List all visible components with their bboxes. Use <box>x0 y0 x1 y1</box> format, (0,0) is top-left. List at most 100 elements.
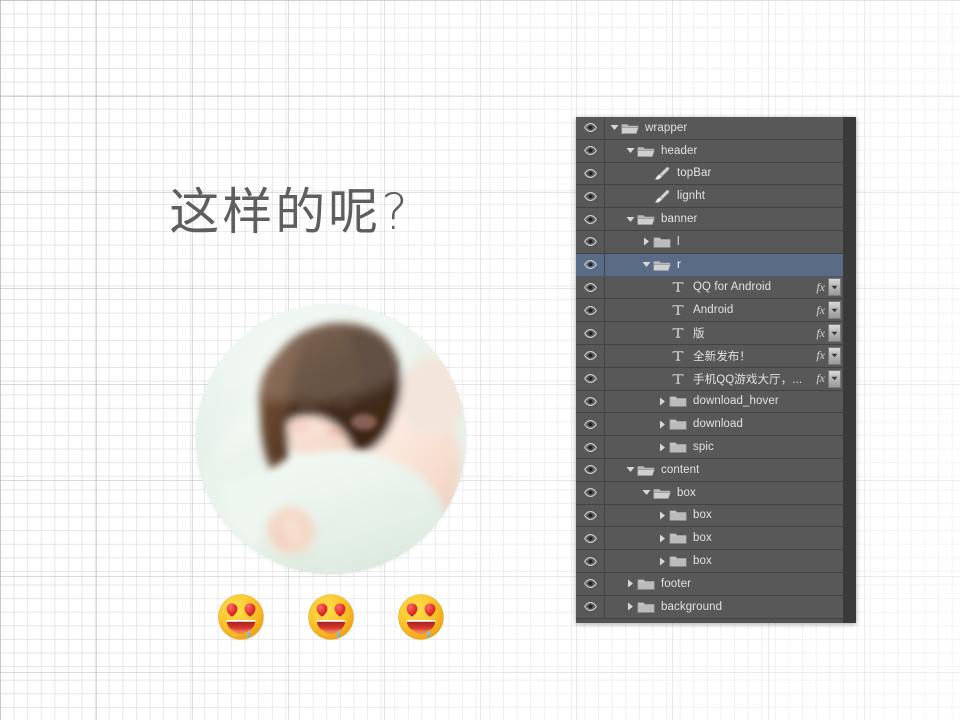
layer-row[interactable]: header <box>576 140 843 163</box>
layer-row[interactable]: box <box>576 505 843 528</box>
chevron-right-icon[interactable] <box>641 236 652 247</box>
folder-closed-icon <box>668 416 687 432</box>
layer-row[interactable]: topBar <box>576 163 843 186</box>
fx-expand-chevron-icon[interactable] <box>828 278 841 296</box>
layer-visibility-toggle[interactable] <box>576 368 605 390</box>
layer-row-body[interactable]: l <box>605 231 843 253</box>
chevron-right-icon[interactable] <box>657 442 668 453</box>
chevron-down-icon[interactable] <box>625 145 636 156</box>
layer-row[interactable]: box <box>576 550 843 573</box>
layer-row[interactable]: Androidfx <box>576 299 843 322</box>
fx-expand-chevron-icon[interactable] <box>828 324 841 342</box>
chevron-down-icon[interactable] <box>641 259 652 270</box>
layer-effects-badge[interactable]: fx <box>816 278 843 296</box>
layer-name: spic <box>693 441 714 453</box>
eye-icon <box>584 443 597 452</box>
layer-visibility-toggle[interactable] <box>576 436 605 458</box>
fx-expand-chevron-icon[interactable] <box>828 347 841 365</box>
layer-visibility-toggle[interactable] <box>576 596 605 618</box>
layer-row[interactable]: 版fx <box>576 322 843 345</box>
layer-row[interactable]: lignht <box>576 185 843 208</box>
chevron-right-icon[interactable] <box>625 578 636 589</box>
fx-expand-chevron-icon[interactable] <box>828 370 841 388</box>
eye-icon <box>584 283 597 292</box>
layer-visibility-toggle[interactable] <box>576 482 605 504</box>
chevron-right-icon[interactable] <box>657 533 668 544</box>
layer-effects-badge[interactable]: fx <box>816 324 843 342</box>
layer-visibility-toggle[interactable] <box>576 573 605 595</box>
layers-list[interactable]: wrapper header topBar lignht banner <box>576 117 856 619</box>
layer-row-body[interactable]: banner <box>605 208 843 230</box>
layer-row-body[interactable]: header <box>605 140 843 162</box>
layer-visibility-toggle[interactable] <box>576 527 605 549</box>
text-layer-icon <box>668 371 687 387</box>
chevron-right-icon[interactable] <box>657 556 668 567</box>
layer-visibility-toggle[interactable] <box>576 140 605 162</box>
layer-row-body[interactable]: QQ for Androidfx <box>605 277 843 299</box>
layer-row-body[interactable]: box <box>605 527 843 549</box>
layer-visibility-toggle[interactable] <box>576 208 605 230</box>
layer-visibility-toggle[interactable] <box>576 413 605 435</box>
layer-row-body[interactable]: box <box>605 550 843 572</box>
layer-row[interactable]: background <box>576 596 843 619</box>
layer-row-body[interactable]: 手机QQ游戏大厅，...fx <box>605 368 843 390</box>
layer-visibility-toggle[interactable] <box>576 254 605 276</box>
layer-row[interactable]: r <box>576 254 843 277</box>
layer-row-body[interactable]: r <box>605 254 843 276</box>
layer-row-body[interactable]: download <box>605 413 843 435</box>
chevron-right-icon[interactable] <box>625 601 636 612</box>
layer-row-body[interactable]: lignht <box>605 185 843 207</box>
layer-row[interactable]: 全新发布！fx <box>576 345 843 368</box>
layer-row-body[interactable]: spic <box>605 436 843 458</box>
layer-visibility-toggle[interactable] <box>576 277 605 299</box>
eye-icon <box>584 192 597 201</box>
layer-row-body[interactable]: 全新发布！fx <box>605 345 843 367</box>
layer-row-body[interactable]: 版fx <box>605 322 843 344</box>
layer-visibility-toggle[interactable] <box>576 322 605 344</box>
layer-row[interactable]: banner <box>576 208 843 231</box>
layer-visibility-toggle[interactable] <box>576 117 605 139</box>
layer-visibility-toggle[interactable] <box>576 459 605 481</box>
layer-row[interactable]: box <box>576 527 843 550</box>
layer-row[interactable]: QQ for Androidfx <box>576 277 843 300</box>
layer-row[interactable]: footer <box>576 573 843 596</box>
chevron-right-icon[interactable] <box>657 510 668 521</box>
layer-visibility-toggle[interactable] <box>576 391 605 413</box>
layer-row[interactable]: content <box>576 459 843 482</box>
layer-row[interactable]: download_hover <box>576 391 843 414</box>
layer-visibility-toggle[interactable] <box>576 505 605 527</box>
layer-row-body[interactable]: content <box>605 459 843 481</box>
layer-row-body[interactable]: footer <box>605 573 843 595</box>
layer-row-body[interactable]: Androidfx <box>605 299 843 321</box>
chevron-right-icon[interactable] <box>657 419 668 430</box>
layer-visibility-toggle[interactable] <box>576 550 605 572</box>
layer-effects-badge[interactable]: fx <box>816 301 843 319</box>
fx-expand-chevron-icon[interactable] <box>828 301 841 319</box>
layer-row-body[interactable]: background <box>605 596 843 618</box>
layer-row-body[interactable]: topBar <box>605 163 843 185</box>
photoshop-layers-panel[interactable]: wrapper header topBar lignht banner <box>576 117 856 623</box>
layer-row-body[interactable]: download_hover <box>605 391 843 413</box>
layer-row[interactable]: l <box>576 231 843 254</box>
chevron-down-icon[interactable] <box>625 214 636 225</box>
layer-row[interactable]: 手机QQ游戏大厅，...fx <box>576 368 843 391</box>
layer-row[interactable]: download <box>576 413 843 436</box>
layer-effects-badge[interactable]: fx <box>816 370 843 388</box>
layer-effects-badge[interactable]: fx <box>816 347 843 365</box>
layer-row[interactable]: spic <box>576 436 843 459</box>
layer-visibility-toggle[interactable] <box>576 231 605 253</box>
chevron-down-icon[interactable] <box>641 487 652 498</box>
layer-row[interactable]: wrapper <box>576 117 843 140</box>
layer-visibility-toggle[interactable] <box>576 185 605 207</box>
layer-visibility-toggle[interactable] <box>576 345 605 367</box>
layer-row-body[interactable]: box <box>605 505 843 527</box>
chevron-right-icon[interactable] <box>657 396 668 407</box>
layer-visibility-toggle[interactable] <box>576 299 605 321</box>
chevron-down-icon[interactable] <box>625 464 636 475</box>
layer-visibility-toggle[interactable] <box>576 163 605 185</box>
layer-row[interactable]: box <box>576 482 843 505</box>
layer-row-body[interactable]: wrapper <box>605 117 843 139</box>
chevron-down-icon[interactable] <box>609 122 620 133</box>
layer-row-body[interactable]: box <box>605 482 843 504</box>
layer-name: box <box>693 555 712 567</box>
